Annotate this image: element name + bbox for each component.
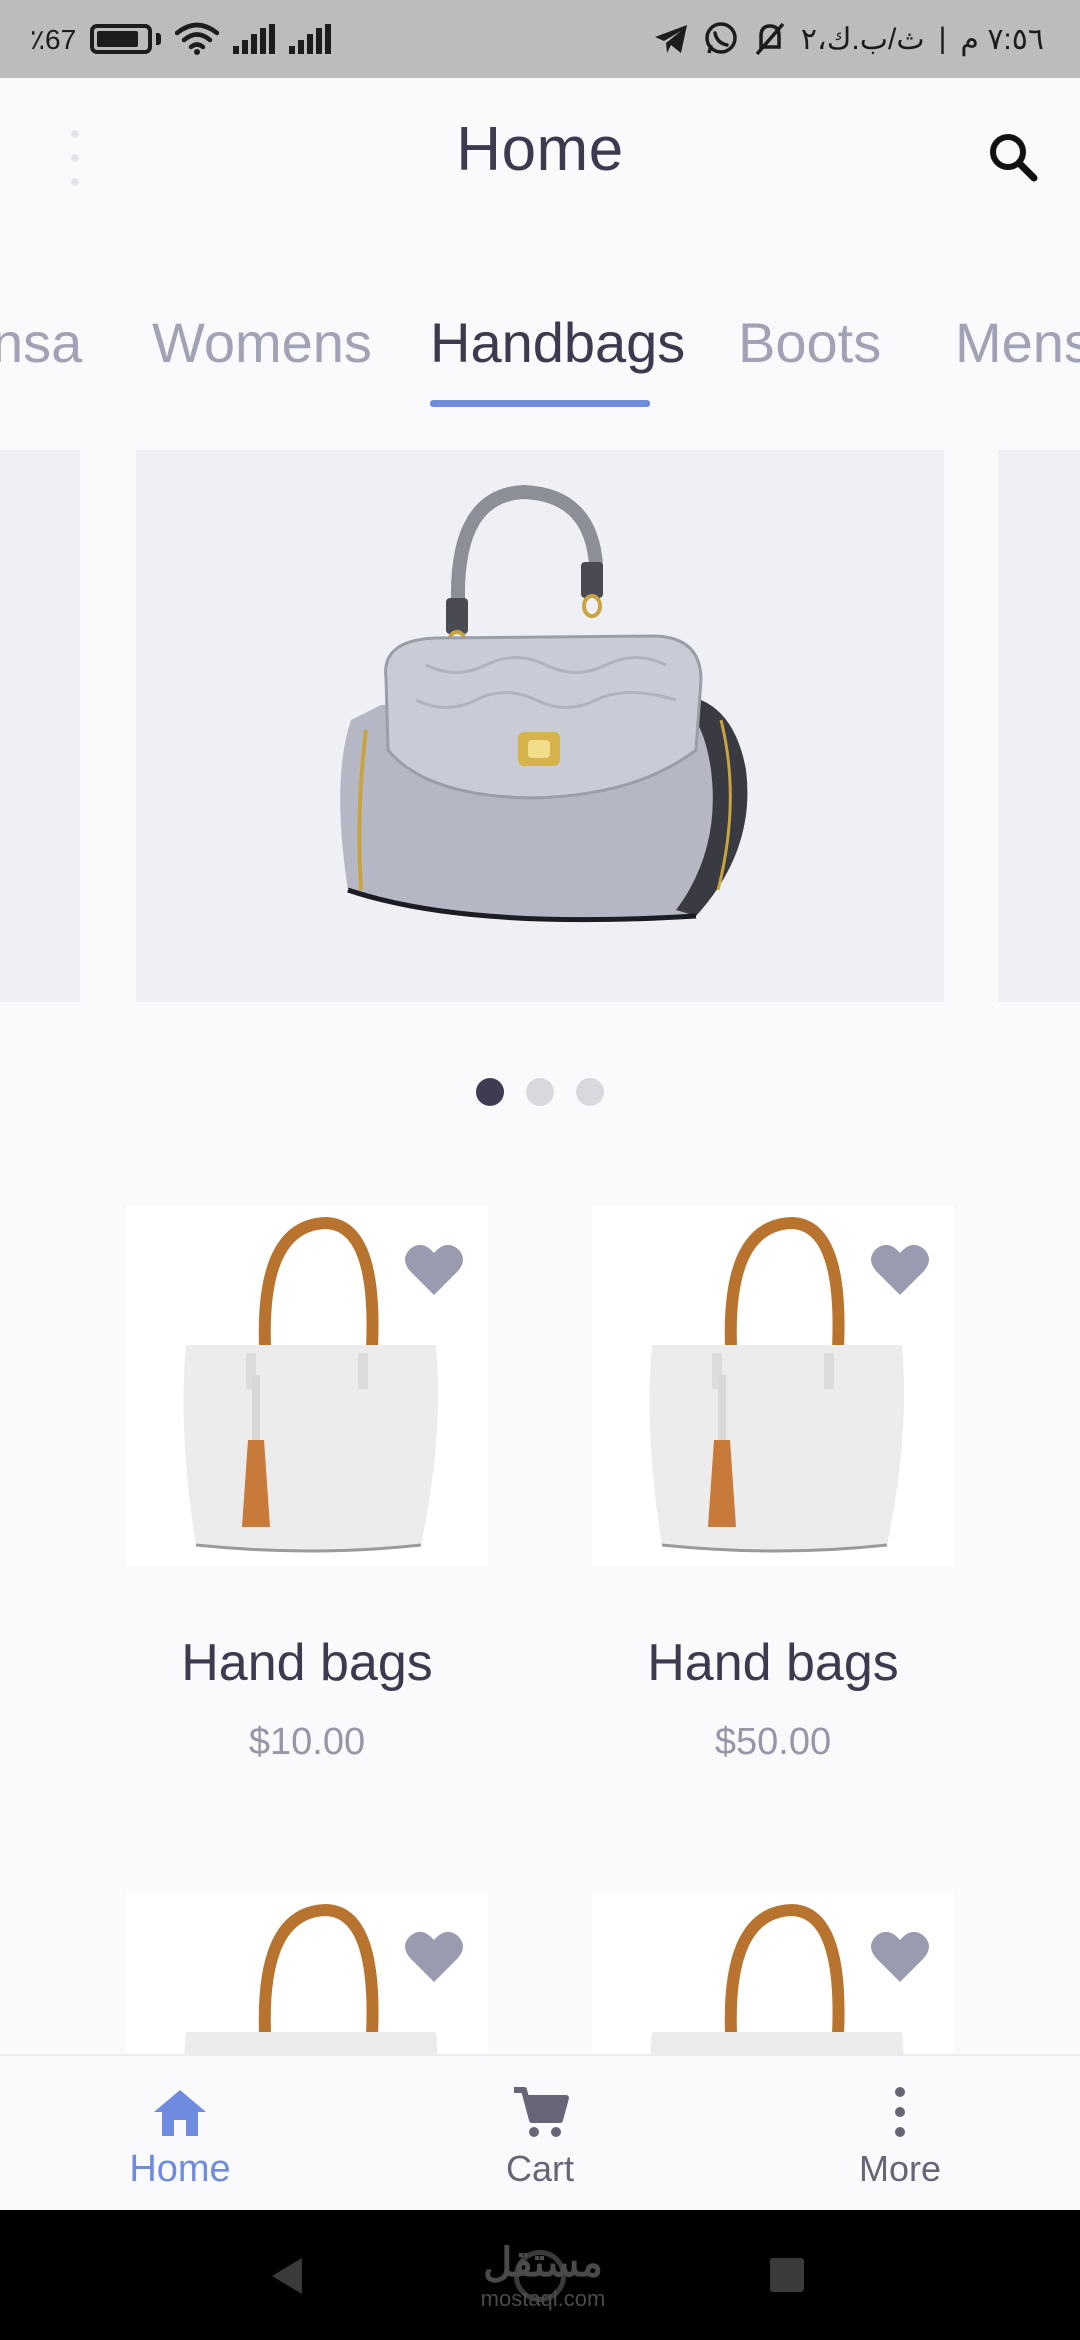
category-tabs: nsa Womens Handbags Boots Mens — [0, 300, 1080, 420]
carousel-dot-2[interactable] — [526, 1078, 554, 1106]
carousel-slide-current[interactable] — [136, 450, 944, 1002]
carousel-indicators — [0, 1078, 1080, 1106]
carousel-dot-1[interactable] — [476, 1078, 504, 1106]
watermark-url: mostaql.com — [480, 2286, 606, 2311]
status-bar: ٪67 ث/ب.ك،٢ | ٧:٥٦ م — [0, 0, 1080, 78]
tab-boots[interactable]: Boots — [738, 310, 881, 375]
banner-carousel[interactable] — [0, 450, 1080, 1002]
cart-icon — [514, 2087, 569, 2137]
tab-mens[interactable]: Mens — [955, 310, 1080, 375]
whatsapp-icon — [705, 22, 737, 54]
product-price: $10.00 — [248, 1721, 366, 1763]
nav-item-cart[interactable]: Cart — [440, 2056, 640, 2212]
carousel-dot-3[interactable] — [576, 1078, 604, 1106]
handbag-image — [340, 484, 748, 923]
nav-item-home[interactable]: Home — [80, 2056, 280, 2212]
product-name: Hand bags — [647, 1634, 899, 1692]
back-icon[interactable] — [270, 2256, 304, 2296]
product-card-2[interactable]: Hand bags $50.00 — [592, 1205, 954, 1764]
system-navigation-bar: مستقل mostaql.com — [0, 2210, 1080, 2340]
status-time: ٧:٥٦ م — [960, 22, 1044, 56]
product-name: Hand bags — [181, 1634, 433, 1692]
carousel-slide-next[interactable] — [998, 450, 1080, 1002]
favorite-heart-icon[interactable] — [404, 1928, 464, 1984]
page-title: Home — [456, 115, 624, 184]
telegram-icon — [654, 25, 687, 53]
home-icon — [154, 2090, 206, 2136]
app-bar: Home — [0, 78, 1080, 238]
favorite-heart-icon[interactable] — [870, 1241, 930, 1297]
signal-icon-1 — [233, 24, 276, 54]
screen: ٪67 ث/ب.ك،٢ | ٧:٥٦ م Home nsa Womens Han… — [0, 0, 1080, 2340]
product-card-1[interactable]: Hand bags $10.00 — [126, 1205, 488, 1764]
recent-apps-button[interactable] — [770, 2258, 804, 2292]
tab-handbags[interactable]: Handbags — [430, 310, 685, 375]
watermark-logo: مستقل — [483, 2241, 603, 2285]
favorite-heart-icon[interactable] — [404, 1241, 464, 1297]
nav-item-more[interactable]: More — [800, 2056, 1000, 2212]
carousel-slide-prev[interactable] — [0, 450, 80, 1002]
status-left: ٪67 — [30, 22, 332, 56]
battery-percent: ٪67 — [30, 23, 77, 55]
product-price: $50.00 — [714, 1721, 832, 1763]
active-tab-indicator — [430, 400, 650, 407]
battery-icon — [90, 24, 162, 54]
search-button[interactable] — [980, 124, 1050, 194]
nav-label: Cart — [505, 2148, 574, 2189]
status-right: ث/ب.ك،٢ | ٧:٥٦ م — [653, 21, 1044, 57]
search-icon — [990, 134, 1038, 182]
status-separator: | — [938, 22, 947, 55]
favorite-heart-icon[interactable] — [870, 1928, 930, 1984]
wifi-icon — [175, 22, 220, 55]
nav-label: Home — [129, 2148, 231, 2190]
nav-label: More — [858, 2148, 942, 2189]
muted-bell-icon — [755, 22, 785, 56]
product-image[interactable] — [126, 1205, 488, 1567]
tab-partial-left[interactable]: nsa — [0, 310, 82, 375]
bottom-navigation: Home Cart More — [0, 2054, 1080, 2210]
status-date: ث/ب.ك،٢ — [800, 22, 925, 56]
tab-womens[interactable]: Womens — [152, 310, 372, 375]
product-image[interactable] — [592, 1205, 954, 1567]
signal-icon-2 — [289, 24, 332, 54]
more-vertical-icon — [895, 2087, 905, 2137]
